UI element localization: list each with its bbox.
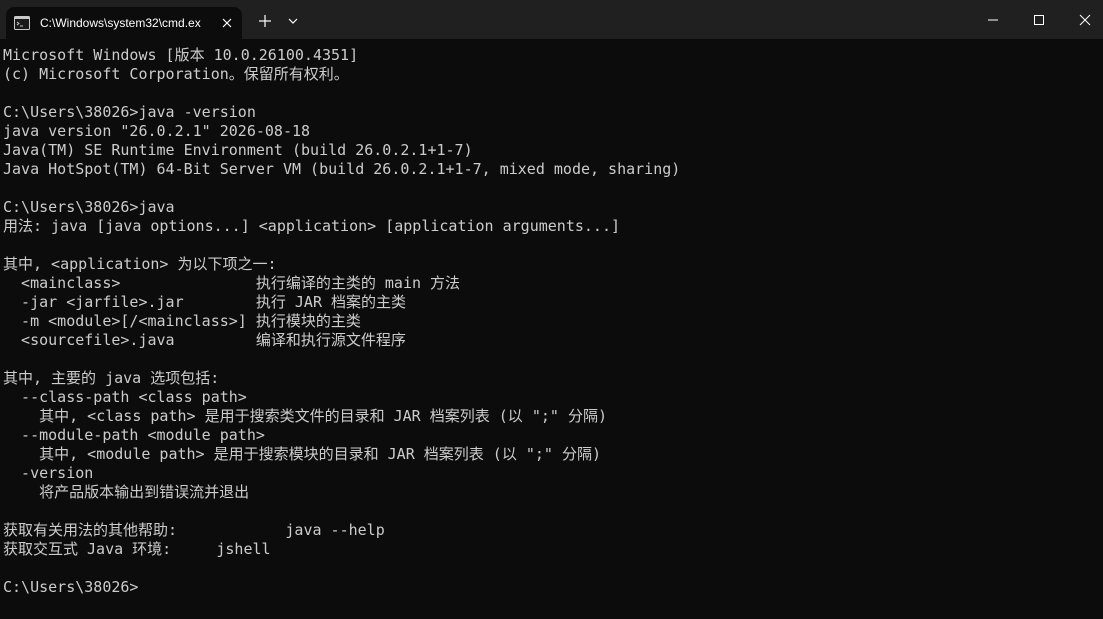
console-line: Microsoft Windows [版本 10.0.26100.4351]	[3, 46, 359, 64]
tab-close-icon[interactable]	[218, 14, 236, 32]
console-line: 其中, <module path> 是用于搜索模块的目录和 JAR 档案列表 (…	[3, 445, 602, 463]
console-line: -jar <jarfile>.jar 执行 JAR 档案的主类	[3, 293, 407, 311]
console-line: 其中, <application> 为以下项之一:	[3, 255, 277, 273]
console-line: C:\Users\38026>java -version	[3, 103, 256, 121]
close-icon[interactable]	[1062, 0, 1103, 39]
title-bar[interactable]: C:\Windows\system32\cmd.ex	[0, 0, 1103, 39]
console-output[interactable]: Microsoft Windows [版本 10.0.26100.4351] (c…	[0, 39, 1103, 619]
console-line: -version	[3, 464, 94, 482]
console-line: 其中, 主要的 java 选项包括:	[3, 369, 220, 387]
console-line: 获取交互式 Java 环境: jshell	[3, 540, 271, 558]
terminal-window: C:\Windows\system32\cmd.ex Microsoft Win…	[0, 0, 1103, 619]
tab-title: C:\Windows\system32\cmd.ex	[40, 16, 201, 30]
console-line: (c) Microsoft Corporation。保留所有权利。	[3, 65, 349, 83]
console-line: Java(TM) SE Runtime Environment (build 2…	[3, 141, 473, 159]
console-line: --class-path <class path>	[3, 388, 247, 406]
console-line: --module-path <module path>	[3, 426, 265, 444]
tab-cmd[interactable]: C:\Windows\system32\cmd.ex	[6, 7, 242, 39]
console-line: 用法: java [java options...] <application>…	[3, 217, 620, 235]
console-line: Java HotSpot(TM) 64-Bit Server VM (build…	[3, 160, 681, 178]
console-line: -m <module>[/<mainclass>] 执行模块的主类	[3, 312, 361, 330]
terminal-icon	[14, 15, 30, 31]
console-line: 将产品版本输出到错误流并退出	[3, 483, 250, 501]
console-line: C:\Users\38026>	[3, 578, 139, 596]
console-line: 其中, <class path> 是用于搜索类文件的目录和 JAR 档案列表 (…	[3, 407, 607, 425]
console-line: C:\Users\38026>java	[3, 198, 175, 216]
console-line: java version "26.0.2.1" 2026-08-18	[3, 122, 311, 140]
tab-dropdown-chevron-down-icon[interactable]	[284, 10, 302, 32]
console-line: <sourcefile>.java 编译和执行源文件程序	[3, 331, 406, 349]
console-line: 获取有关用法的其他帮助: java --help	[3, 521, 385, 539]
console-line: <mainclass> 执行编译的主类的 main 方法	[3, 274, 461, 292]
minimize-icon[interactable]	[970, 0, 1016, 39]
maximize-icon[interactable]	[1016, 0, 1062, 39]
new-tab-plus-icon[interactable]	[254, 10, 276, 32]
